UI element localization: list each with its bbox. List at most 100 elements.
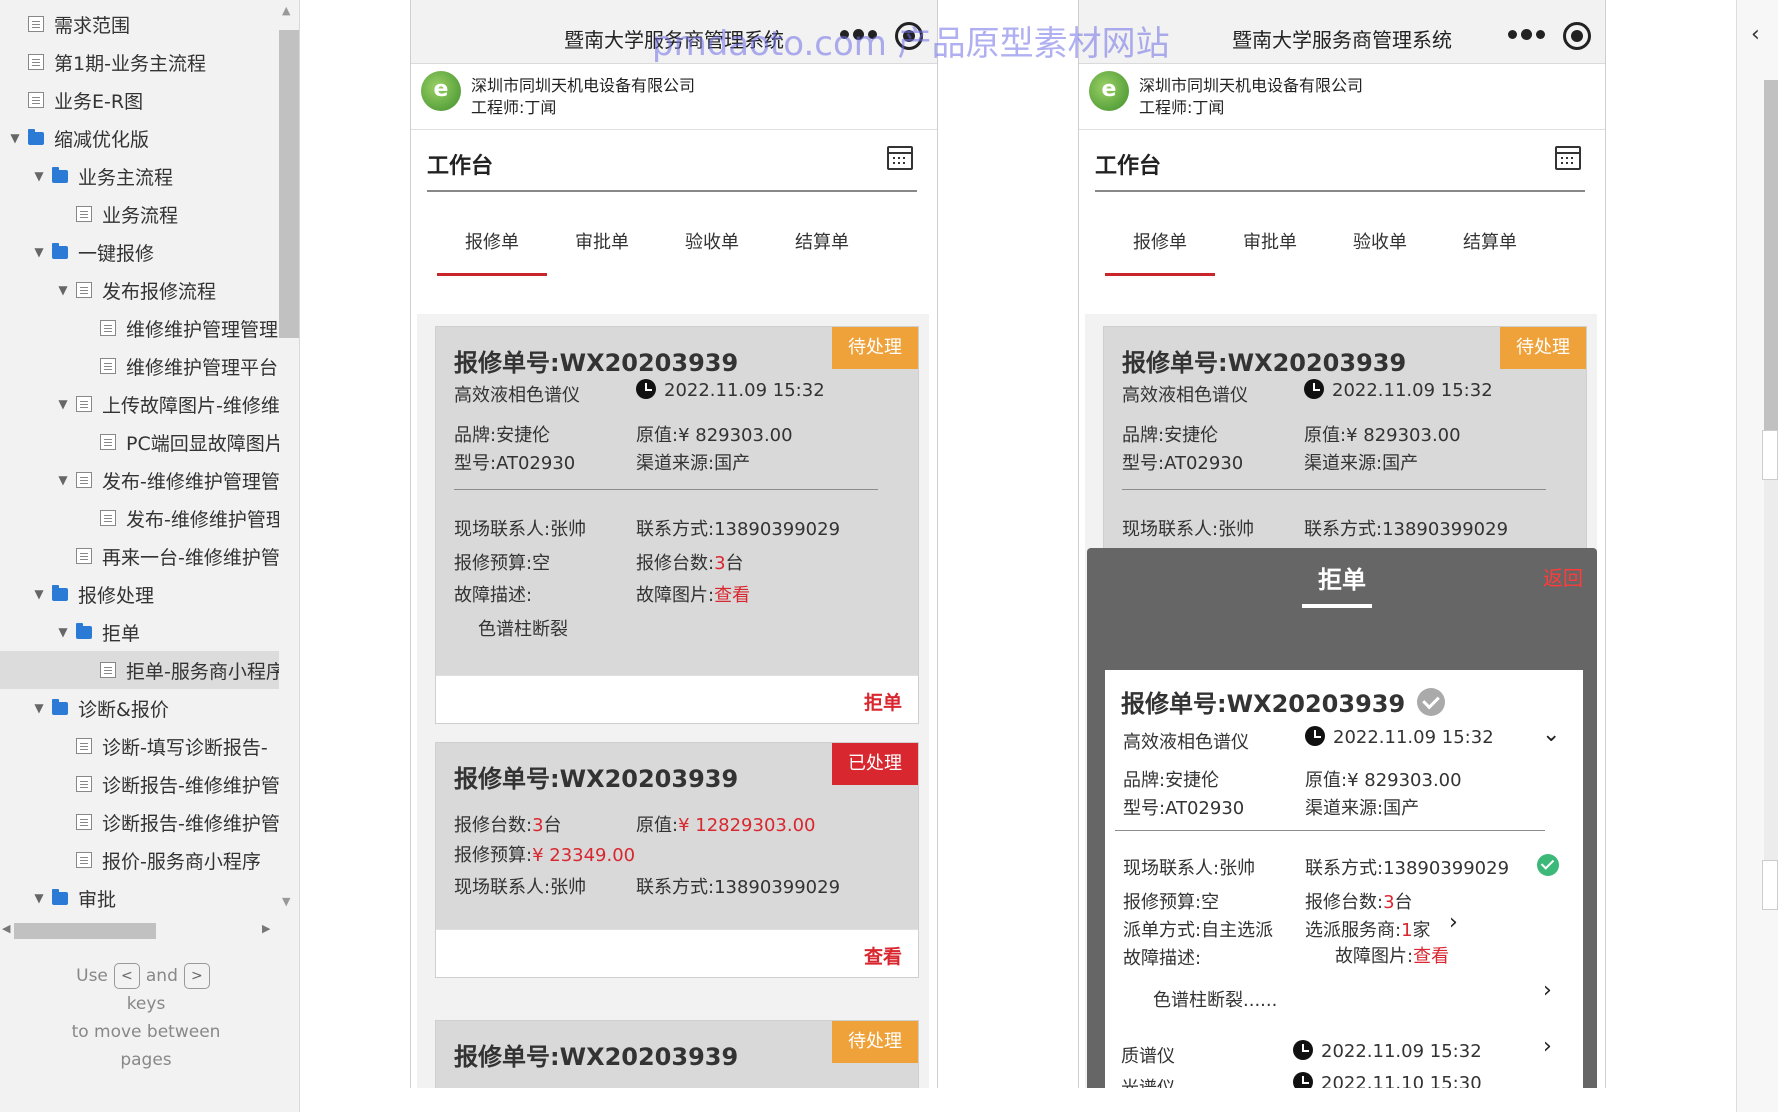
sitemap-item[interactable]: 需求范围 xyxy=(0,5,280,43)
expand-toggle-icon[interactable]: ▼ xyxy=(56,473,70,487)
original-value: 原值:¥ 829303.00 xyxy=(1304,421,1461,447)
expand-toggle-icon[interactable]: ▼ xyxy=(32,891,46,905)
expand-toggle-icon[interactable]: ▼ xyxy=(32,169,46,183)
sitemap-item[interactable]: 发布-维修维护管理 xyxy=(0,499,280,537)
sitemap-item[interactable]: ▼ 诊断&报价 xyxy=(0,689,280,727)
view-fault-image-link[interactable]: 查看 xyxy=(714,585,750,606)
back-button[interactable]: 返回 xyxy=(1543,562,1583,591)
scroll-left-arrow-icon[interactable]: ◀ xyxy=(2,922,10,935)
expand-toggle-icon[interactable]: ▼ xyxy=(32,245,46,259)
original-value-label: 原值: xyxy=(636,815,679,836)
sitemap-item[interactable]: 诊断报告-维修维护管 xyxy=(0,803,280,841)
collapse-arrow-icon[interactable]: ‹ xyxy=(1751,22,1760,47)
more-menu-icon[interactable] xyxy=(840,29,877,40)
sitemap-item[interactable]: ▼ 拒单 xyxy=(0,613,280,651)
calendar-icon[interactable] xyxy=(887,146,913,170)
model: 型号:AT02930 xyxy=(454,453,576,474)
sitemap-item-label: 审批 xyxy=(78,888,117,911)
sitemap-item[interactable]: ▼ 发布报修流程 xyxy=(0,271,280,309)
sitemap-item[interactable]: ▼ 上传故障图片-维修维 xyxy=(0,385,280,423)
brand: 品牌:安捷伦 xyxy=(1123,770,1220,791)
modal-title-underline xyxy=(1302,604,1372,608)
sitemap-item[interactable]: 维修维护管理平台 xyxy=(0,347,280,385)
left-key-icon: < xyxy=(113,963,140,989)
status-badge: 待处理 xyxy=(832,327,918,369)
expand-toggle-icon[interactable]: ▼ xyxy=(56,397,70,411)
repair-order-card[interactable]: 报修单号:WX20203939 待处理 高效液相色谱仪 2022.11.09 1… xyxy=(1103,326,1587,566)
sidebar-vertical-scrollbar[interactable]: ▲ ▼ xyxy=(279,0,299,912)
more-menu-icon[interactable] xyxy=(1508,29,1545,40)
selected-provider-unit: 家 xyxy=(1412,920,1431,941)
sitemap-item[interactable]: ▼ 业务主流程 xyxy=(0,157,280,195)
keyboard-hint: Use < and > keys to move between pages xyxy=(0,962,292,1074)
sitemap-item[interactable]: ▼ 一键报修 xyxy=(0,233,280,271)
sitemap-item[interactable]: ▼ 发布-维修维护管理管 xyxy=(0,461,280,499)
sitemap-item[interactable]: ▼ 报修处理 xyxy=(0,575,280,613)
sitemap-item[interactable]: 报价-服务商小程序 xyxy=(0,841,280,879)
scroll-down-arrow-icon[interactable]: ▼ xyxy=(282,895,290,908)
view-order-button[interactable]: 查看 xyxy=(864,942,902,969)
sitemap-item[interactable]: ▼ 审批 xyxy=(0,879,280,917)
close-capsule-icon[interactable] xyxy=(895,22,923,50)
expand-toggle-icon[interactable]: ▼ xyxy=(32,701,46,715)
sitemap-item[interactable]: 诊断-填写诊断报告- xyxy=(0,727,280,765)
hint-pages: pages xyxy=(120,1050,172,1070)
expand-toggle-icon[interactable]: ▼ xyxy=(32,587,46,601)
sitemap-item[interactable]: 拒单-服务商小程序 xyxy=(0,651,280,689)
selected-provider[interactable]: 选派服务商:1家 xyxy=(1305,916,1431,942)
sitemap-item[interactable]: 维修维护管理管理 xyxy=(0,309,280,347)
sitemap-item[interactable]: 诊断报告-维修维护管 xyxy=(0,765,280,803)
repair-budget: 报修预算:空 xyxy=(454,553,551,574)
tab-approval-order[interactable]: 审批单 xyxy=(1215,222,1325,276)
view-fault-image-link[interactable]: 查看 xyxy=(1413,946,1449,967)
chevron-right-icon[interactable]: › xyxy=(1543,1034,1552,1059)
expand-toggle-icon[interactable]: ▼ xyxy=(8,131,22,145)
scroll-up-arrow-icon[interactable]: ▲ xyxy=(282,4,290,17)
workbench-header: 工作台 xyxy=(427,130,917,192)
page-icon xyxy=(100,358,116,374)
reject-order-button[interactable]: 拒单 xyxy=(864,688,902,715)
tab-repair-order[interactable]: 报修单 xyxy=(1105,222,1215,276)
chevron-right-icon[interactable]: › xyxy=(1543,978,1552,1003)
right-scroll-thumb[interactable] xyxy=(1764,80,1778,430)
fault-description-text: 色谱柱断裂...... xyxy=(1153,990,1278,1011)
expand-toggle-icon[interactable]: ▼ xyxy=(56,283,70,297)
tab-approval-order[interactable]: 审批单 xyxy=(547,222,657,276)
sitemap-item[interactable]: 第1期-业务主流程 xyxy=(0,43,280,81)
repair-count-label: 报修台数: xyxy=(1305,892,1384,913)
sitemap-item-label: 第1期-业务主流程 xyxy=(54,52,206,75)
sitemap-item-label: 报修处理 xyxy=(78,584,155,607)
sitemap-item-label: 上传故障图片-维修维 xyxy=(102,394,280,417)
folder-icon xyxy=(52,698,68,715)
order-time: 2022.11.09 15:32 xyxy=(636,379,825,401)
tab-repair-order[interactable]: 报修单 xyxy=(437,222,547,276)
scroll-right-arrow-icon[interactable]: ▶ xyxy=(262,922,270,935)
calendar-icon[interactable] xyxy=(1555,146,1581,170)
sitemap-item[interactable]: ▼ 缩减优化版 xyxy=(0,119,280,157)
scroll-thumb[interactable] xyxy=(279,30,299,338)
dispatch-method: 派单方式:自主选派 xyxy=(1123,920,1274,941)
tab-acceptance-order[interactable]: 验收单 xyxy=(1325,222,1435,276)
expand-toggle-icon[interactable]: ▼ xyxy=(56,625,70,639)
sitemap-item[interactable]: 业务E-R图 xyxy=(0,81,280,119)
repair-order-card[interactable]: 报修单号:WX20203939 待处理 高效液相色谱仪 2022.11.09 1… xyxy=(435,326,919,724)
sidebar-horizontal-scrollbar[interactable]: ◀ ▶ xyxy=(0,920,280,942)
folder-icon xyxy=(52,888,68,905)
sitemap-item[interactable]: 再来一台-维修维护管 xyxy=(0,537,280,575)
chevron-right-icon[interactable]: › xyxy=(1449,910,1458,935)
page-icon xyxy=(76,206,92,222)
engineer-name: 工程师:丁闻 xyxy=(471,98,557,117)
chevron-down-icon[interactable]: ⌄ xyxy=(1542,722,1560,747)
sitemap-item[interactable]: PC端回显故障图片 xyxy=(0,423,280,461)
right-scrollbar[interactable] xyxy=(1764,80,1778,910)
repair-order-card[interactable]: 报修单号:WX20203939 已处理 报修台数:3台 原值:¥ 1282930… xyxy=(435,742,919,978)
repair-order-card[interactable]: 报修单号:WX20203939 待处理 xyxy=(435,1020,919,1088)
tab-settlement-order[interactable]: 结算单 xyxy=(767,222,877,276)
sitemap-item[interactable]: 业务流程 xyxy=(0,195,280,233)
close-capsule-icon[interactable] xyxy=(1563,22,1591,50)
tab-settlement-order[interactable]: 结算单 xyxy=(1435,222,1545,276)
clock-icon xyxy=(1293,1072,1313,1088)
sitemap-tree: 需求范围第1期-业务主流程业务E-R图 ▼ 缩减优化版 ▼ 业务主流程 业务流程 ▼ 一键报修… xyxy=(0,5,280,917)
tab-acceptance-order[interactable]: 验收单 xyxy=(657,222,767,276)
hscroll-thumb[interactable] xyxy=(14,923,156,939)
